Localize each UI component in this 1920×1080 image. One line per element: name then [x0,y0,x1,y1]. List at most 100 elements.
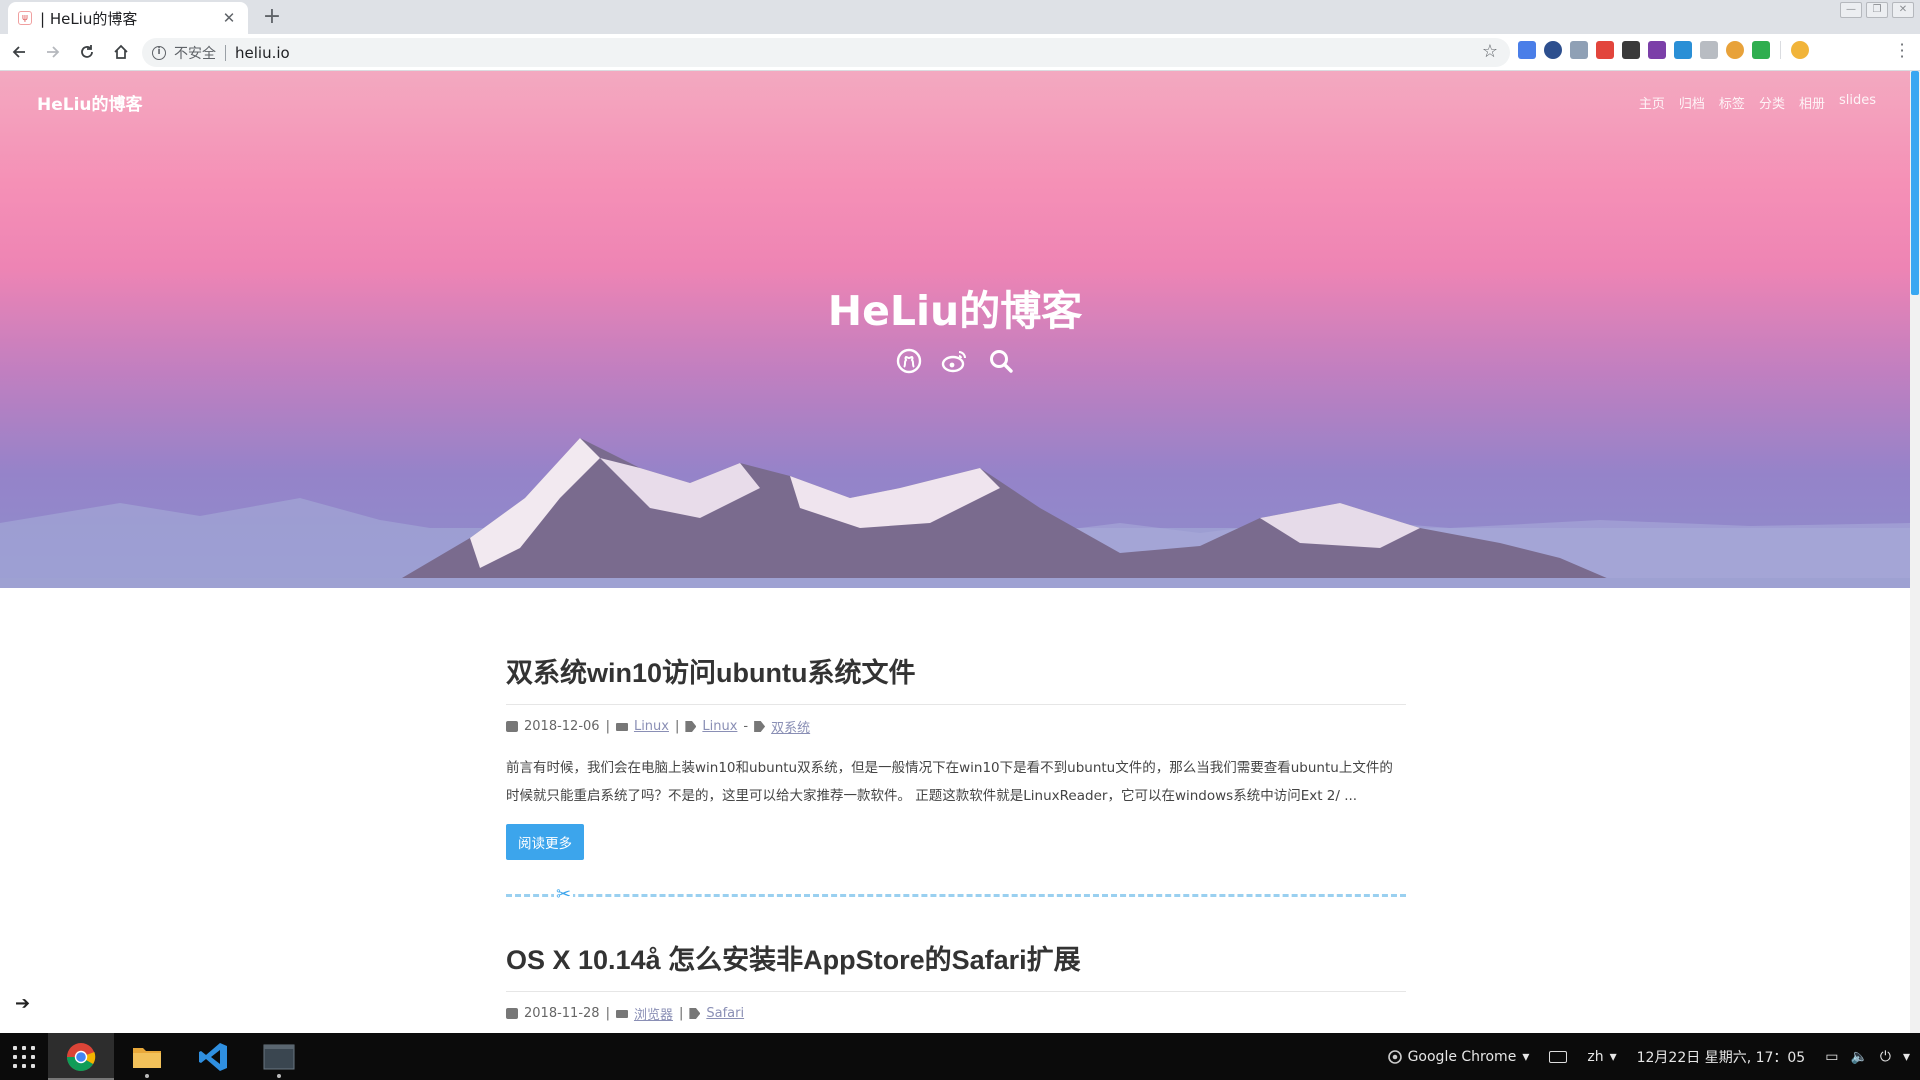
page-scrollbar-thumb[interactable] [1911,71,1919,295]
restore-button[interactable]: ❐ [1866,2,1888,18]
address-bar[interactable]: i 不安全 heliu.io ☆ [142,38,1510,67]
nav-tags[interactable]: 标签 [1719,93,1745,112]
taskbar-terminal[interactable] [246,1033,312,1080]
search-icon[interactable] [986,346,1016,376]
system-tray: Google Chrome ▾ zh ▾ 12月22日 星期六, 17：05 ▭… [1387,1033,1910,1080]
app-launcher-icon[interactable] [0,1033,48,1080]
post-tag-link[interactable]: Safari [706,1006,744,1021]
taskbar-files[interactable] [114,1033,180,1080]
extensions-row [1518,41,1809,59]
post-date: 2018-12-06 [524,719,600,734]
url-text[interactable]: heliu.io [235,44,290,62]
calendar-icon [506,1008,518,1019]
tab-close-icon[interactable]: ✕ [220,9,238,27]
running-indicator [277,1074,281,1078]
people-extension-icon[interactable] [1570,41,1588,59]
nav-album[interactable]: 相册 [1799,93,1825,112]
weibo-icon[interactable] [940,346,970,376]
browser-tab[interactable]: ψ | HeLiu的博客 ✕ [8,2,248,34]
web-clipper-extension-icon[interactable] [1674,41,1692,59]
toolbar-separator [1780,41,1781,59]
post-category-link[interactable]: Linux [634,719,669,734]
clock[interactable]: 12月22日 星期六, 17：05 [1637,1047,1806,1067]
meta-separator: | [605,719,610,734]
post-divider: ✂ [506,885,1406,905]
profile-avatar-icon[interactable] [1791,41,1809,59]
language-label: zh [1587,1048,1604,1065]
meta-separator: | [605,1006,610,1021]
notes-extension-icon[interactable] [1596,41,1614,59]
arrow-right-icon [47,46,60,58]
post-meta: 2018-12-06 | Linux | Linux - 双系统 [506,717,1406,736]
tag-icon [685,721,697,732]
post-tag-link[interactable]: 双系统 [771,717,810,736]
running-indicator [145,1074,149,1078]
calendar-icon [506,721,518,732]
top-nav: 主页 归档 标签 分类 相册 slides [1639,93,1876,112]
browser-toolbar: i 不安全 heliu.io ☆ · · · [0,34,1920,71]
power-icon[interactable]: ⏻ [1880,1049,1891,1065]
tag-icon [689,1008,701,1019]
taskbar-vscode[interactable] [180,1033,246,1080]
forward-button[interactable] [38,37,68,67]
vscode-icon [199,1042,227,1071]
tab-title: | HeLiu的博客 [40,9,138,28]
nav-home[interactable]: 主页 [1639,93,1665,112]
post-title[interactable]: 双系统win10访问ubuntu系统文件 [506,651,1406,690]
back-button[interactable] [4,37,34,67]
post-title-rule [506,704,1406,705]
security-label: 不安全 [174,45,216,62]
hero-banner: HeLiu的博客 主页 归档 标签 分类 相册 slides HeLiu的博客 [0,71,1910,588]
info-icon[interactable]: i [152,45,166,60]
post-item: OS X 10.14å 怎么安装非AppStore的Safari扩展 2018-… [506,938,1406,1023]
browser-tab-strip: ψ | HeLiu的博客 ✕ + — ❐ ✕ [0,0,1920,34]
tray-app-name: Google Chrome [1407,1048,1517,1065]
shield-extension-icon[interactable] [1752,41,1770,59]
chrome-small-icon [1387,1049,1402,1064]
nav-slides[interactable]: slides [1839,93,1876,112]
notification-icon[interactable]: ▭ [1825,1049,1838,1065]
page-scrollbar[interactable] [1910,71,1920,1033]
browser-menu-icon[interactable]: · · · [1898,37,1906,65]
post-list: 双系统win10访问ubuntu系统文件 2018-12-06 | Linux … [506,651,1406,1023]
reload-icon [81,45,93,58]
tag-separator: - [743,719,749,734]
omnibox-separator [225,44,226,61]
post-title[interactable]: OS X 10.14å 怎么安装非AppStore的Safari扩展 [506,938,1406,977]
volume-icon[interactable]: 🔈 [1850,1049,1867,1065]
nav-archive[interactable]: 归档 [1679,93,1705,112]
color-extension-icon[interactable] [1726,41,1744,59]
star-extension-icon[interactable] [1544,41,1562,59]
minimize-button[interactable]: — [1840,2,1862,18]
reload-button[interactable] [72,37,102,67]
meta-separator: | [674,719,680,734]
tray-status-icons: ▭ 🔈 ⏻ ▾ [1825,1049,1910,1065]
onenote-extension-icon[interactable] [1648,41,1666,59]
bookmark-star-icon[interactable]: ☆ [1482,41,1498,62]
scissors-icon: ✂ [554,884,574,905]
close-window-button[interactable]: ✕ [1892,2,1914,18]
chevron-down-icon[interactable]: ▾ [1903,1049,1910,1065]
home-icon [114,44,128,59]
post-meta: 2018-11-28 | 浏览器 | Safari [506,1004,1406,1023]
read-more-button[interactable]: 阅读更多 [506,824,584,860]
new-tab-button[interactable]: + [258,3,286,31]
puzzle-extension-icon[interactable] [1700,41,1718,59]
post-tag-link[interactable]: Linux [702,719,737,734]
translate-extension-icon[interactable] [1518,41,1536,59]
github-icon[interactable] [894,346,924,376]
tray-active-app[interactable]: Google Chrome ▾ [1387,1048,1529,1065]
window-controls: — ❐ ✕ [1840,2,1914,18]
home-button[interactable] [106,37,136,67]
site-brand[interactable]: HeLiu的博客 [37,90,143,115]
arrow-right-icon[interactable]: ➔ [15,993,30,1014]
post-category-link[interactable]: 浏览器 [634,1004,673,1023]
nav-categories[interactable]: 分类 [1759,93,1785,112]
keyboard-icon[interactable] [1549,1050,1568,1063]
language-selector[interactable]: zh ▾ [1587,1049,1616,1065]
chrome-icon [66,1042,96,1071]
pocket-extension-icon[interactable] [1622,41,1640,59]
web-page: HeLiu的博客 主页 归档 标签 分类 相册 slides HeLiu的博客 [0,71,1920,1033]
os-taskbar: Google Chrome ▾ zh ▾ 12月22日 星期六, 17：05 ▭… [0,1033,1920,1080]
taskbar-chrome[interactable] [48,1033,114,1080]
